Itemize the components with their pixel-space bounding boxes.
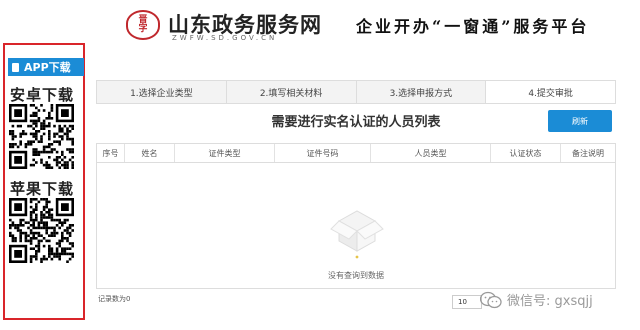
column-header[interactable]: 人员类型 <box>371 144 491 162</box>
record-count: 记录数为0 <box>98 295 131 303</box>
step-tabs: 1.选择企业类型 2.填写相关材料 3.选择申报方式 4.提交审批 <box>96 80 616 104</box>
wechat-watermark: 微信号: gxsqjj <box>480 290 593 309</box>
tab-label: 4.提交审批 <box>528 88 573 99</box>
platform-slogan: 企业开办“一窗通”服务平台 <box>356 17 590 36</box>
column-header[interactable]: 认证状态 <box>491 144 561 162</box>
column-header[interactable]: 证件类型 <box>175 144 275 162</box>
page-size-value: 10 <box>458 298 467 306</box>
qr-code-icon <box>9 104 74 169</box>
site-header: 晋 字 山东政务服务网 ZWFW.SD.GOV.CN 企业开办“一窗通”服务平台 <box>0 0 640 46</box>
watermark-text: 微信号: gxsqjj <box>507 294 593 309</box>
empty-message: 没有查询到数据 <box>328 271 384 280</box>
table-header: 序号 姓名 证件类型 证件号码 人员类型 认证状态 备注说明 <box>97 144 615 163</box>
android-qr-code[interactable] <box>9 104 74 169</box>
tab-select-company-type[interactable]: 1.选择企业类型 <box>96 80 226 104</box>
wechat-icon <box>480 291 502 308</box>
qr-code-icon <box>9 198 74 263</box>
tab-label: 2.填写相关材料 <box>259 88 323 99</box>
ios-qr-code[interactable] <box>9 198 74 263</box>
refresh-button[interactable]: 刷新 <box>548 110 612 132</box>
app-download-label: APP下载 <box>24 61 71 74</box>
page-size-select[interactable]: 10 <box>452 295 482 309</box>
empty-state: 没有查询到数据 <box>97 163 615 289</box>
ios-download-label: 苹果下载 <box>10 180 75 198</box>
site-logo[interactable]: 晋 字 <box>126 10 160 40</box>
column-header[interactable]: 备注说明 <box>561 144 615 162</box>
person-table: 序号 姓名 证件类型 证件号码 人员类型 认证状态 备注说明 没有查询到数据 <box>96 143 616 289</box>
tab-submit-approval[interactable]: 4.提交审批 <box>485 80 616 104</box>
app-download-badge[interactable]: APP下载 <box>8 58 84 76</box>
phone-icon <box>12 62 19 72</box>
tab-label: 3.选择申报方式 <box>389 88 453 99</box>
tab-label: 1.选择企业类型 <box>130 88 193 99</box>
android-download-label: 安卓下载 <box>10 86 75 104</box>
tab-select-method[interactable]: 3.选择申报方式 <box>355 80 486 104</box>
column-header[interactable]: 序号 <box>97 144 125 162</box>
column-header[interactable]: 姓名 <box>125 144 175 162</box>
page-title: 需要进行实名认证的人员列表 <box>271 115 441 130</box>
tab-fill-materials[interactable]: 2.填写相关材料 <box>225 80 356 104</box>
column-header[interactable]: 证件号码 <box>275 144 371 162</box>
site-url: ZWFW.SD.GOV.CN <box>172 34 278 42</box>
logo-seal-text: 晋 字 <box>138 15 148 34</box>
empty-box-icon <box>330 210 384 259</box>
